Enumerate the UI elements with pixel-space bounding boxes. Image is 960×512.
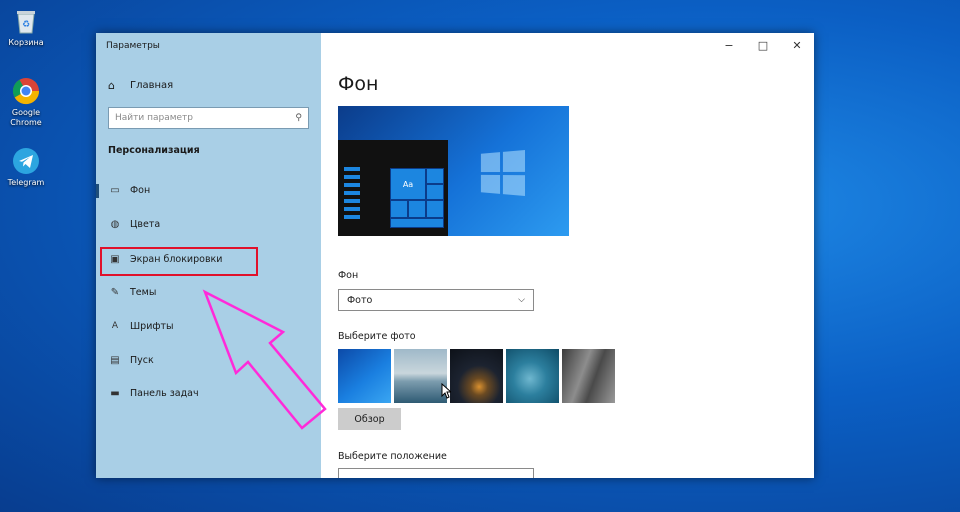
start-icon: ▤ xyxy=(110,354,120,366)
background-type-value: Фото xyxy=(347,294,373,306)
background-type-select[interactable]: Фото ⌵ xyxy=(338,289,534,311)
photo-thumbnail[interactable] xyxy=(338,349,391,403)
main-content: Фон Aa Фон Фото ⌵ Выберите фото Обзор Вы… xyxy=(321,33,814,478)
position-select[interactable] xyxy=(338,468,534,478)
sidebar-item-start[interactable]: ▤ Пуск xyxy=(108,349,308,371)
desktop-icon-label: Google Chrome xyxy=(10,108,42,127)
search-icon[interactable]: ⚲ xyxy=(295,113,302,123)
photo-thumbnail[interactable] xyxy=(562,349,615,403)
search-box[interactable]: ⚲ xyxy=(108,107,309,129)
recycle-bin-icon: ♻ xyxy=(11,6,41,36)
brush-icon: ✎ xyxy=(110,286,120,298)
palette-icon: ◍ xyxy=(110,218,120,230)
sidebar-item-label: Фон xyxy=(130,184,151,196)
preview-tile xyxy=(390,218,444,228)
photo-thumbnail[interactable] xyxy=(450,349,503,403)
highlight-box xyxy=(100,247,258,276)
preview-tile xyxy=(426,168,444,184)
preview-tile-aa: Aa xyxy=(390,168,426,200)
sidebar-item-label: Главная xyxy=(130,80,174,91)
photo-thumbnails xyxy=(338,349,615,403)
preview-tile xyxy=(408,200,426,218)
mouse-cursor-icon xyxy=(441,383,451,399)
chevron-down-icon: ⌵ xyxy=(518,295,525,305)
sidebar-item-label: Шрифты xyxy=(130,320,174,332)
sidebar-item-home[interactable]: ⌂ Главная xyxy=(108,79,173,92)
section-title: Персонализация xyxy=(108,145,200,156)
photo-thumbnail[interactable] xyxy=(394,349,447,403)
desktop-icon-label: Telegram xyxy=(7,178,45,187)
svg-text:♻: ♻ xyxy=(22,20,30,30)
sidebar-item-label: Панель задач xyxy=(130,387,199,399)
taskbar-icon: ▬ xyxy=(110,387,120,399)
background-label: Фон xyxy=(338,270,359,281)
desktop-icon-label: Корзина xyxy=(8,38,44,47)
photo-thumbnail[interactable] xyxy=(506,349,559,403)
home-icon: ⌂ xyxy=(108,79,115,92)
sidebar-item-colors[interactable]: ◍ Цвета xyxy=(108,213,308,235)
chrome-icon xyxy=(11,76,41,106)
preview-tile xyxy=(426,200,444,218)
browse-button[interactable]: Обзор xyxy=(338,408,401,430)
page-title: Фон xyxy=(338,73,379,95)
windows-logo-icon xyxy=(480,149,526,197)
preview-tile xyxy=(426,184,444,200)
telegram-icon xyxy=(11,146,41,176)
choose-position-label: Выберите положение xyxy=(338,451,447,462)
desktop-icon-recycle-bin[interactable]: ♻ Корзина xyxy=(4,6,48,48)
active-indicator xyxy=(96,184,99,198)
sidebar-item-label: Пуск xyxy=(130,354,154,366)
sidebar-item-label: Цвета xyxy=(130,218,161,230)
font-icon: A xyxy=(111,321,119,331)
desktop-icon-chrome[interactable]: Google Chrome xyxy=(4,76,48,128)
sidebar-item-fonts[interactable]: A Шрифты xyxy=(108,315,308,337)
choose-photo-label: Выберите фото xyxy=(338,331,416,342)
sidebar-item-background[interactable]: ▭ Фон xyxy=(108,179,308,201)
preview-tile xyxy=(390,200,408,218)
settings-window: Параметры ⌂ Главная ⚲ Персонализация ▭ Ф… xyxy=(96,33,814,478)
background-preview: Aa xyxy=(338,106,569,236)
sidebar-item-themes[interactable]: ✎ Темы xyxy=(108,281,308,303)
window-title: Параметры xyxy=(106,41,160,51)
sidebar-item-taskbar[interactable]: ▬ Панель задач xyxy=(108,382,308,404)
search-input[interactable] xyxy=(115,113,296,123)
desktop-icon-telegram[interactable]: Telegram xyxy=(4,146,48,188)
sidebar: Параметры ⌂ Главная ⚲ Персонализация ▭ Ф… xyxy=(96,33,321,478)
preview-menu xyxy=(344,167,360,223)
sidebar-item-label: Темы xyxy=(130,286,157,298)
image-icon: ▭ xyxy=(110,184,120,196)
